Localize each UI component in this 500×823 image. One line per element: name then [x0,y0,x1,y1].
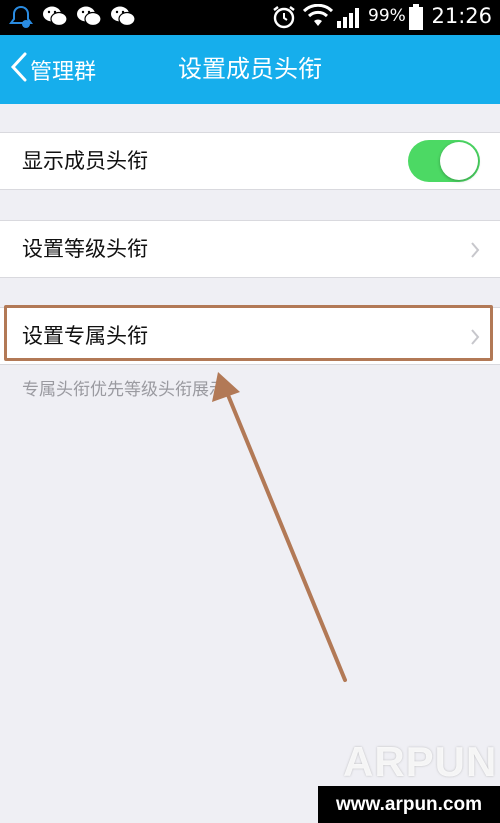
show-member-titles-label: 显示成员头衔 [22,149,148,173]
show-member-titles-toggle[interactable] [408,140,480,182]
status-bar: 99% 21:26 [0,0,500,35]
chevron-left-icon [10,52,30,88]
show-member-titles-row: 显示成员头衔 [0,132,500,190]
wechat-icon [76,4,102,32]
chevron-right-icon [470,241,480,263]
footnote: 专属头衔优先等级头衔展示 [22,380,226,400]
wechat-icon [110,4,136,32]
annotation-arrow [212,372,347,682]
alarm-icon [271,4,297,34]
exclusive-titles-label: 设置专属头衔 [22,324,148,348]
watermark-url: www.arpun.com [318,786,500,823]
qq-notification-icon [8,4,34,34]
back-button[interactable]: 管理群 [10,35,96,104]
battery-icon [408,4,424,35]
level-titles-row[interactable]: 设置等级头衔 [0,220,500,278]
back-label: 管理群 [30,59,97,85]
exclusive-titles-row[interactable]: 设置专属头衔 [0,307,500,365]
clock: 21:26 [431,4,492,28]
wechat-icon [42,4,68,32]
toggle-knob [440,142,478,180]
nav-bar: 设置成员头衔 管理群 [0,35,500,104]
signal-icon [336,4,364,34]
level-titles-label: 设置等级头衔 [22,237,148,261]
chevron-right-icon [470,328,480,350]
watermark-brand: ARPUN [343,738,498,785]
battery-percent: 99% [368,6,406,26]
wifi-icon [302,3,334,34]
